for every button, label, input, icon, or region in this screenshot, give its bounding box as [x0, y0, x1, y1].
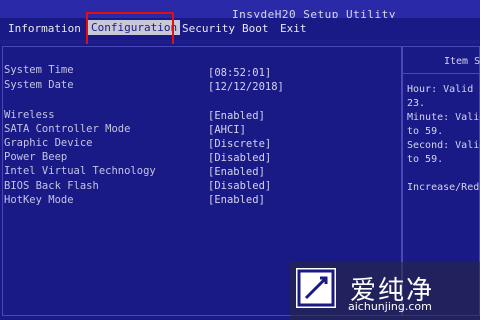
setting-value-wireless[interactable]: [Enabled]: [208, 110, 265, 122]
menu-bar: Information Configuration Security Boot …: [0, 18, 480, 40]
watermark-url: aichunjing.com: [348, 300, 432, 313]
setting-value-graphic-device[interactable]: [Discrete]: [208, 138, 271, 150]
setting-label-power-beep: Power Beep: [4, 151, 68, 163]
help-line: Increase/Redu: [407, 182, 480, 193]
help-line: Hour: Valid r: [407, 84, 480, 95]
help-line: Second: Valid: [407, 140, 480, 151]
help-line: to 59.: [407, 126, 444, 137]
setting-label-wireless: Wireless: [4, 109, 55, 121]
menu-boot[interactable]: Boot: [242, 22, 269, 35]
help-separator: [402, 73, 480, 74]
setting-value-system-date[interactable]: [12/12/2018]: [208, 81, 284, 93]
setting-label-intel-vt: Intel Virtual Technology: [4, 165, 156, 177]
highlight-annotation: [86, 12, 174, 48]
help-line: to 59.: [407, 154, 444, 165]
watermark-logo-icon: [296, 268, 336, 308]
setting-value-bios-back-flash[interactable]: [Disabled]: [208, 180, 271, 192]
setting-label-system-date: System Date: [4, 79, 74, 91]
setting-value-power-beep[interactable]: [Disabled]: [208, 152, 271, 164]
setting-value-sata-mode[interactable]: [AHCI]: [208, 124, 246, 136]
menu-security[interactable]: Security: [182, 22, 235, 35]
help-line: Minute: Valid: [407, 112, 480, 123]
setting-value-system-time[interactable]: [08:52:01]: [208, 67, 271, 79]
menu-information[interactable]: Information: [8, 22, 81, 35]
menu-exit[interactable]: Exit: [280, 22, 307, 35]
help-title: Item S: [444, 56, 480, 67]
setting-label-bios-back-flash: BIOS Back Flash: [4, 180, 99, 192]
setting-value-hotkey-mode[interactable]: [Enabled]: [208, 194, 265, 206]
setting-label-system-time: System Time: [4, 64, 74, 76]
bios-screen: InsydeH20 Setup Utility Information Conf…: [0, 0, 480, 320]
setting-label-hotkey-mode: HotKey Mode: [4, 194, 74, 206]
setting-label-graphic-device: Graphic Device: [4, 137, 93, 149]
setting-label-sata-mode: SATA Controller Mode: [4, 123, 131, 135]
setting-value-intel-vt[interactable]: [Enabled]: [208, 166, 265, 178]
help-line: 23.: [407, 98, 426, 109]
